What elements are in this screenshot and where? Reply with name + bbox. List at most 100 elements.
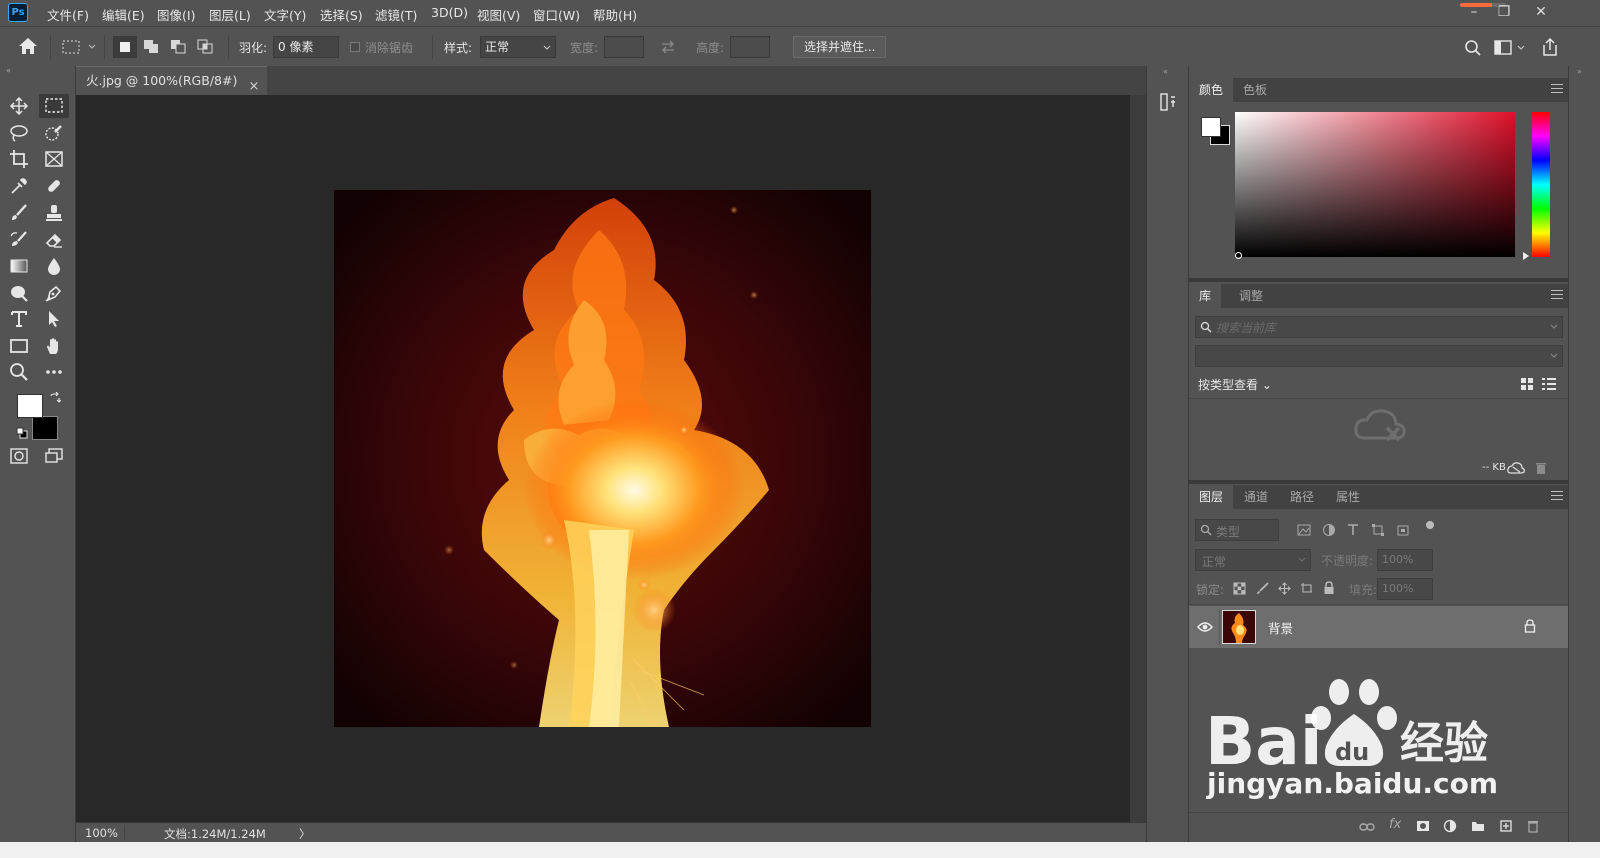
clone-stamp-icon[interactable] — [39, 201, 69, 225]
type-tool-icon[interactable] — [4, 307, 34, 331]
panel-menu-icon[interactable] — [1551, 491, 1563, 501]
add-selection-icon[interactable] — [140, 36, 164, 58]
menu-type[interactable]: 文字(Y) — [264, 5, 306, 24]
height-input[interactable] — [730, 36, 770, 58]
minimize-button[interactable]: – — [1458, 1, 1490, 23]
new-layer-icon[interactable] — [1499, 819, 1513, 833]
expand-grip-icon[interactable]: » — [1577, 67, 1582, 76]
filter-shape-icon[interactable] — [1371, 523, 1385, 537]
add-mask-icon[interactable] — [1416, 820, 1430, 832]
tab-paths[interactable]: 路径 — [1280, 485, 1324, 509]
healing-brush-icon[interactable] — [39, 174, 69, 198]
layer-lock-icon[interactable] — [1524, 619, 1536, 633]
menu-file[interactable]: 文件(F) — [47, 5, 89, 24]
collapse-grip-icon[interactable]: « — [6, 67, 70, 75]
default-colors-icon[interactable] — [16, 427, 28, 439]
menu-image[interactable]: 图像(I) — [157, 5, 195, 24]
adjustments-panel-icon[interactable] — [1157, 91, 1179, 113]
share-icon[interactable] — [1541, 37, 1559, 57]
adjustment-layer-icon[interactable] — [1443, 819, 1457, 833]
fill-input[interactable]: 100% — [1377, 578, 1433, 600]
layer-row[interactable]: 背景 — [1189, 606, 1569, 648]
tab-color[interactable]: 颜色 — [1189, 78, 1234, 102]
intersect-selection-icon[interactable] — [194, 36, 218, 58]
home-icon[interactable] — [18, 37, 38, 55]
visibility-eye-icon[interactable] — [1197, 621, 1213, 633]
tab-swatches[interactable]: 色板 — [1233, 78, 1277, 102]
menu-layer[interactable]: 图层(L) — [209, 5, 251, 24]
more-tools-icon[interactable] — [39, 360, 69, 384]
menu-help[interactable]: 帮助(H) — [593, 5, 637, 24]
pen-tool-icon[interactable] — [39, 281, 69, 305]
link-layers-icon[interactable] — [1359, 821, 1375, 833]
quick-selection-icon[interactable] — [39, 121, 69, 145]
rectangle-tool-icon[interactable] — [4, 334, 34, 358]
select-and-mask-button[interactable]: 选择并遮住... — [793, 36, 887, 58]
tab-layers[interactable]: 图层 — [1189, 485, 1234, 509]
filter-type-icon[interactable] — [1346, 523, 1360, 537]
filter-toggle-icon[interactable] — [1426, 521, 1434, 529]
search-icon[interactable] — [1464, 39, 1482, 57]
tab-libraries[interactable]: 库 — [1189, 284, 1222, 308]
filter-smart-object-icon[interactable] — [1396, 523, 1410, 537]
swap-icon[interactable] — [660, 39, 676, 55]
menu-view[interactable]: 视图(V) — [477, 5, 520, 24]
color-fg-swatch[interactable] — [1201, 117, 1221, 137]
tab-adjustments[interactable]: 调整 — [1229, 284, 1273, 308]
tab-channels[interactable]: 通道 — [1234, 485, 1278, 509]
layer-name[interactable]: 背景 — [1268, 618, 1293, 637]
quick-mask-icon[interactable] — [4, 444, 34, 468]
eyedropper-icon[interactable] — [4, 174, 34, 198]
document-tab[interactable]: 火.jpg @ 100%(RGB/8#) × — [76, 66, 268, 95]
delete-layer-icon[interactable] — [1527, 819, 1539, 833]
new-selection-icon[interactable] — [113, 36, 137, 58]
fx-icon[interactable]: fx — [1389, 817, 1401, 832]
dodge-tool-icon[interactable] — [4, 281, 34, 305]
panel-menu-icon[interactable] — [1551, 84, 1563, 94]
view-by-type-dropdown[interactable]: 按类型查看 ⌄ — [1198, 376, 1272, 393]
feather-input[interactable]: 0 像素 — [273, 36, 339, 58]
filter-adjustment-icon[interactable] — [1322, 523, 1336, 537]
filter-pixel-icon[interactable] — [1297, 523, 1311, 537]
opacity-input[interactable]: 100% — [1377, 549, 1433, 571]
menu-edit[interactable]: 编辑(E) — [102, 5, 145, 24]
style-select[interactable]: 正常 — [480, 36, 556, 58]
lock-pixels-icon[interactable] — [1256, 582, 1269, 595]
frame-tool-icon[interactable] — [39, 147, 69, 171]
swap-colors-icon[interactable] — [49, 392, 61, 404]
trash-icon[interactable] — [1535, 461, 1547, 475]
canvas-area[interactable] — [76, 95, 1130, 822]
brush-tool-icon[interactable] — [4, 201, 34, 225]
tab-properties[interactable]: 属性 — [1326, 485, 1370, 509]
workspace-icon[interactable] — [1494, 39, 1526, 57]
move-tool-icon[interactable] — [4, 94, 34, 118]
crop-tool-icon[interactable] — [4, 147, 34, 171]
lock-artboard-icon[interactable] — [1300, 582, 1313, 595]
new-group-icon[interactable] — [1471, 820, 1485, 832]
close-button[interactable]: ✕ — [1525, 1, 1557, 23]
color-field[interactable] — [1235, 112, 1515, 257]
menu-window[interactable]: 窗口(W) — [533, 5, 580, 24]
antialias-checkbox[interactable] — [350, 42, 360, 52]
gradient-tool-icon[interactable] — [4, 254, 34, 278]
library-search-field[interactable]: 搜索当前库 — [1195, 316, 1563, 338]
screen-mode-icon[interactable] — [39, 444, 69, 468]
library-select[interactable] — [1195, 345, 1563, 367]
rectangular-marquee-icon[interactable] — [39, 94, 69, 118]
collapse-grip-icon[interactable]: « — [1163, 67, 1168, 76]
eraser-tool-icon[interactable] — [39, 228, 69, 252]
zoom-level[interactable]: 100% — [85, 826, 118, 840]
path-selection-icon[interactable] — [39, 307, 69, 331]
lasso-tool-icon[interactable] — [4, 121, 34, 145]
blend-mode-select[interactable]: 正常 — [1195, 549, 1311, 571]
layer-filter-select[interactable]: 类型 — [1195, 519, 1279, 541]
blur-tool-icon[interactable] — [39, 254, 69, 278]
status-menu-arrow[interactable]: 〉 — [299, 826, 311, 842]
background-color-swatch[interactable] — [32, 416, 58, 440]
grid-view-icon[interactable] — [1520, 377, 1534, 391]
menu-3d[interactable]: 3D(D) — [431, 5, 468, 20]
subtract-selection-icon[interactable] — [167, 36, 191, 58]
hue-slider-handle[interactable] — [1523, 252, 1529, 260]
lock-transparent-icon[interactable] — [1233, 582, 1246, 595]
hue-slider[interactable] — [1532, 112, 1550, 257]
